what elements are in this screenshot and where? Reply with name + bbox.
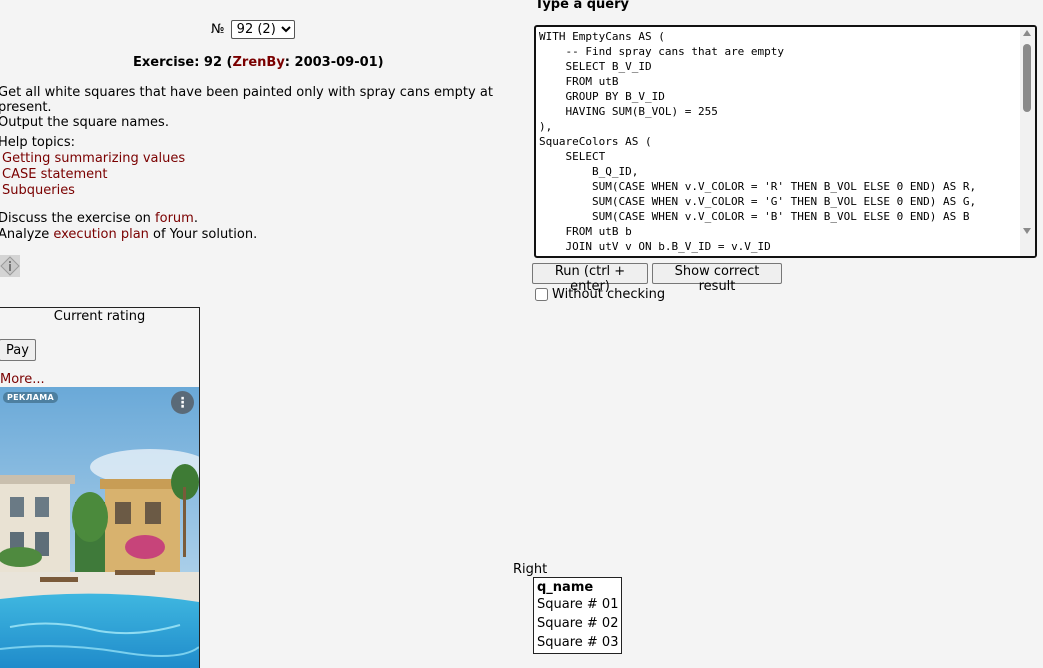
without-checking-checkbox[interactable]	[535, 288, 548, 301]
task-line: Output the square names.	[0, 115, 169, 130]
title-prefix: Exercise: 92 (	[133, 55, 233, 70]
discuss-section: Discuss the exercise on forum. Analyze e…	[0, 211, 257, 243]
more-link[interactable]: More...	[0, 372, 45, 387]
table-row: Square # 03	[534, 634, 622, 654]
help-topic-link[interactable]: Subqueries	[2, 183, 75, 198]
query-textarea[interactable]: WITH EmptyCans AS ( -- Find spray cans t…	[539, 29, 1017, 256]
scroll-up-icon[interactable]	[1023, 30, 1031, 36]
help-topic-link[interactable]: CASE statement	[2, 167, 108, 182]
discuss-text: Discuss the exercise on	[0, 211, 156, 226]
rating-panel: Current rating Pay More... РЕКЛАМА ⋮	[0, 307, 200, 668]
pay-button[interactable]: Pay	[0, 339, 36, 361]
table-row: Square # 02	[534, 615, 622, 634]
column-header: q_name	[537, 580, 594, 595]
execution-plan-link[interactable]: execution plan	[53, 227, 149, 242]
forum-link[interactable]: forum	[155, 211, 194, 226]
table-cell: Square # 03	[537, 635, 619, 650]
query-editor[interactable]: WITH EmptyCans AS ( -- Find spray cans t…	[534, 25, 1037, 258]
help-topic-link[interactable]: Getting summarizing values	[2, 151, 185, 166]
result-table: q_name Square # 01 Square # 02 Square # …	[533, 577, 623, 654]
editor-scrollbar[interactable]	[1020, 27, 1035, 256]
table-cell: Square # 01	[537, 597, 619, 612]
ad-image[interactable]	[0, 387, 199, 668]
info-icon[interactable]	[0, 255, 20, 277]
title-suffix: : 2003-09-01)	[284, 55, 384, 70]
task-description: Get all white squares that have been pai…	[0, 85, 518, 130]
scroll-down-icon[interactable]	[1023, 228, 1031, 234]
number-sign: №	[211, 22, 225, 37]
rating-title: Current rating	[53, 309, 146, 324]
ad-menu-icon[interactable]: ⋮	[171, 391, 194, 414]
table-header-row: q_name	[534, 578, 622, 597]
query-label: Type a query	[535, 0, 630, 12]
analyze-text: Analyze	[0, 227, 54, 242]
without-checking-option[interactable]: Without checking	[535, 287, 665, 302]
help-topics: Help topics: Getting summarizing values …	[0, 135, 185, 199]
result-label: Right	[513, 562, 548, 577]
exercise-title: Exercise: 92 (ZrenBy: 2003-09-01)	[133, 55, 384, 70]
run-button[interactable]: Run (ctrl + enter)	[532, 263, 648, 294]
without-checking-label: Without checking	[552, 287, 666, 302]
scroll-thumb[interactable]	[1023, 44, 1031, 112]
exercise-selector: № 92 (2)	[211, 20, 295, 39]
ad-badge: РЕКЛАМА	[3, 392, 58, 403]
table-row: Square # 01	[534, 596, 622, 615]
table-cell: Square # 02	[537, 616, 619, 631]
analyze-suffix: of Your solution.	[148, 227, 258, 242]
help-label: Help topics:	[0, 135, 75, 150]
author-link[interactable]: ZrenBy	[233, 55, 285, 70]
discuss-punct: .	[193, 211, 198, 226]
exercise-select[interactable]: 92 (2)	[230, 20, 295, 39]
show-correct-result-button[interactable]: Show correct result	[652, 263, 782, 294]
task-line: Get all white squares that have been pai…	[0, 85, 493, 115]
